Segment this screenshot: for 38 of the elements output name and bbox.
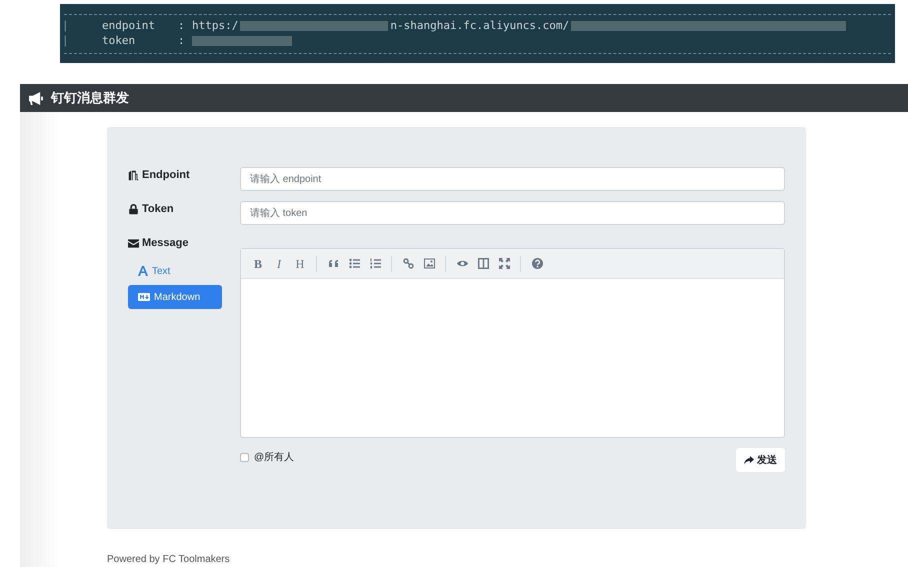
- question-mark-icon: [532, 258, 542, 269]
- terminal-value: n-shanghai.fc.aliyuncs.com/: [390, 18, 570, 34]
- terminal-colon: :: [178, 32, 186, 49]
- megaphone-icon: [28, 92, 43, 104]
- terminal-colon: :: [178, 18, 186, 34]
- terminal-value: https:/: [192, 18, 238, 34]
- italic-button[interactable]: I: [270, 254, 288, 274]
- share-arrow-icon: [744, 456, 754, 464]
- lock-icon: [128, 204, 139, 214]
- checkbox[interactable]: [240, 452, 249, 462]
- terminal-border: |: [62, 18, 70, 34]
- envelope-icon: [128, 238, 139, 248]
- app-title: 钉钉消息群发: [51, 89, 129, 108]
- field-label: Message: [142, 236, 188, 251]
- link-icon: [402, 258, 414, 269]
- checkbox-label: @所有人: [254, 450, 294, 464]
- eye-icon: [456, 258, 468, 269]
- token-input[interactable]: 请输入 token: [240, 201, 785, 225]
- quote-icon: [328, 258, 338, 269]
- field-label: Token: [142, 202, 174, 217]
- bulleted-list-icon: [348, 258, 360, 269]
- markdown-icon: [138, 293, 150, 301]
- expand-icon: [498, 258, 510, 269]
- terminal-key: endpoint: [102, 18, 178, 34]
- columns-icon: [478, 258, 488, 269]
- send-button[interactable]: 发送: [736, 448, 785, 472]
- terminal-border: |: [62, 32, 70, 49]
- terminal-key: token: [102, 32, 178, 50]
- bold-button[interactable]: B: [249, 254, 267, 274]
- numbered-list-icon: [370, 258, 380, 269]
- image-icon: [424, 258, 434, 269]
- footer-text: Powered by FC Toolmakers: [107, 553, 231, 567]
- text-tab[interactable]: Text: [128, 259, 222, 283]
- endpoint-input[interactable]: 请输入 endpoint: [240, 167, 785, 191]
- field-label: Endpoint: [142, 168, 190, 183]
- letter-a-icon: [138, 266, 148, 276]
- heading-button[interactable]: H: [291, 254, 309, 274]
- markdown-tab[interactable]: Markdown: [128, 285, 222, 309]
